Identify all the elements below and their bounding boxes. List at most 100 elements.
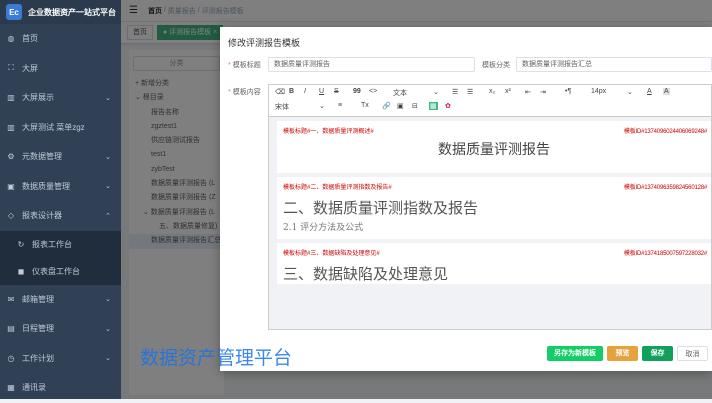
align-icon[interactable]: ≡ [338,102,342,109]
section-heading: 三、数据缺陷及处理意见 [277,257,711,284]
indent-icon[interactable]: ⇥ [540,88,546,96]
clear-format-icon[interactable]: ⌫ [275,88,285,96]
chevron-down-icon[interactable]: ⌄ [627,88,633,96]
paragraph-direction-icon[interactable]: •¶ [565,88,571,95]
outdent-icon[interactable]: ⇤ [525,88,531,96]
sidebar-item-label: 报表设计器 [22,210,62,221]
template-category-label: 模板分类 [482,60,510,70]
sidebar-item-contacts[interactable]: ▦ 通讯录 [0,373,121,403]
sidebar-item-report-workbench[interactable]: ↻ 报表工作台 [0,231,121,258]
contacts-icon: ▦ [6,383,16,392]
sidebar-item-dashboard-workbench[interactable]: ◼ 仪表盘工作台 [0,258,121,285]
app-title: 企业数据资产一站式平台 [28,7,116,18]
platform-watermark: 数据资产管理平台 [140,343,292,370]
chevron-down-icon: ⌄ [105,94,111,102]
sidebar-item-screen-test[interactable]: ▥ 大屏测试 菜单zgz [0,113,121,143]
template-section: 模板标题#二、数据质量评测指数及报告# 模板ID#1374096359824560… [277,177,711,239]
section-id-tag: 模板ID#1374096359824560128# [624,182,707,191]
sidebar-item-data-quality[interactable]: ▣ 数据质量管理 ⌄ [0,172,121,202]
font-size-select[interactable]: 14px [591,88,606,95]
dialog-title: 修改评测报告模板 [228,36,300,49]
template-content-label: *模板内容 [228,87,261,97]
sidebar-item-metadata[interactable]: ⚙ 元数据管理 ⌄ [0,142,121,172]
italic-button[interactable]: I [304,88,306,95]
strike-button[interactable]: S [334,88,339,95]
ordered-list-icon[interactable]: ☰ [452,88,458,96]
chart-icon: ▥ [6,123,16,132]
quote-button[interactable]: 99 [353,88,361,95]
clear-style-icon[interactable]: Tx [361,102,369,109]
sidebar-item-report-designer[interactable]: ◇ 报表设计器 ⌃ [0,201,121,231]
section-title-tag: 模板标题#二、数据质量评测指数及报告# [283,182,392,191]
editor-content[interactable]: 模板标题#一、数据质量评测概述# 模板ID#1374096024406069248… [269,117,711,329]
section-heading: 数据质量评测报告 [277,135,711,173]
chevron-up-icon: ⌃ [105,212,111,220]
sidebar-item-label: 大屏 [22,63,38,74]
bullet-list-icon[interactable]: ☰ [467,88,473,96]
sidebar-item-label: 通讯录 [22,382,46,393]
screen-icon: ◼ [16,267,26,276]
font-family-select[interactable]: 宋体 [275,102,289,112]
screen-icon: ⛶ [6,63,16,73]
database-icon: ▣ [6,182,16,191]
sidebar-item-label: 报表工作台 [32,239,72,250]
template-title-input[interactable]: 数据质量评测报告 [268,57,475,72]
table-icon[interactable]: ▦ [429,102,438,110]
section-heading: 二、数据质量评测指数及报告 [277,191,711,218]
save-as-new-template-button[interactable]: 另存为新模板 [547,346,603,361]
mail-icon: ✉ [6,295,16,304]
cancel-button[interactable]: 取消 [677,346,708,361]
code-button[interactable]: <> [369,88,377,95]
font-color-icon[interactable]: A [647,88,652,95]
section-title-tag: 模板标题#三、数据缺陷及处理意见# [283,248,380,257]
section-id-tag: 模板ID#1374185007597228032# [624,248,707,257]
bold-button[interactable]: B [289,88,294,95]
sidebar-item-mail[interactable]: ✉邮箱管理⌄ [0,285,121,315]
sidebar-item-screen[interactable]: ⛶ 大屏 [0,54,121,84]
chevron-down-icon[interactable]: ⌄ [433,88,439,96]
image-icon[interactable]: ▣ [397,102,404,110]
sidebar-item-label: 仪表盘工作台 [32,266,80,277]
section-subheading: 2.1 评分方法及公式 [277,218,711,239]
calendar-icon: ▤ [6,324,16,333]
rich-text-editor: ⌫ B I U S 99 <> 文本 ⌄ ☰ ☰ x₂ x² ⇤ ⇥ •¶ 14… [268,84,712,330]
superscript-button[interactable]: x² [505,88,511,95]
sync-icon: ↻ [16,240,26,249]
app-header: Ec 企业数据资产一站式平台 [0,0,121,24]
sidebar-item-schedule[interactable]: ▤ 日程管理 ⌄ [0,314,121,344]
sidebar: Ec 企业数据资产一站式平台 ◍ 首页 ⛶ 大屏 ▥ 大屏展示 ⌄ ▥ 大屏测试 菜单zg… [0,0,121,399]
chevron-down-icon: ⌄ [105,153,111,161]
text-style-select[interactable]: 文本 [393,88,407,98]
section-title-tag: 模板标题#一、数据质量评测概述# [283,126,374,135]
subscript-button[interactable]: x₂ [489,88,495,95]
underline-button[interactable]: U [319,88,324,95]
sidebar-item-label: 大屏展示 [22,92,54,103]
preview-button[interactable]: 预览 [607,346,638,361]
sidebar-item-label: 元数据管理 [22,151,62,162]
chevron-down-icon: ⌄ [105,325,111,333]
editor-toolbar: ⌫ B I U S 99 <> 文本 ⌄ ☰ ☰ x₂ x² ⇤ ⇥ •¶ 14… [269,85,711,117]
video-icon[interactable]: ⊟ [412,102,418,110]
background-color-icon[interactable]: A [663,88,670,95]
sidebar-item-work-plan[interactable]: ◷工作计划⌄ [0,344,121,374]
sidebar-item-label: 邮箱管理 [22,294,54,305]
sidebar-item-label: 日程管理 [22,323,54,334]
save-button[interactable]: 保存 [642,346,673,361]
sidebar-item-label: 工作计划 [22,353,54,364]
template-title-label: *模板标题 [228,60,261,70]
sidebar-item-screen-display[interactable]: ▥大屏展示⌄ [0,83,121,113]
dashboard-icon: ◍ [6,34,16,43]
sidebar-item-label: 数据质量管理 [22,181,70,192]
app-logo: Ec [6,4,22,20]
chevron-down-icon[interactable]: ⌄ [319,102,325,110]
sidebar-item-home[interactable]: ◍ 首页 [0,24,121,54]
sidebar-item-label: 大屏测试 菜单zgz [22,122,85,133]
plugin-icon[interactable]: ✿ [445,102,451,110]
template-category-select[interactable]: 数据质量评测报告汇总 [516,57,712,72]
section-id-tag: 模板ID#1374096024406069248# [624,126,707,135]
gear-icon: ⚙ [6,152,16,161]
report-icon: ◇ [6,211,16,220]
link-icon[interactable]: 🔗 [382,102,391,110]
sidebar-item-label: 首页 [22,33,38,44]
chevron-down-icon: ⌄ [105,182,111,190]
